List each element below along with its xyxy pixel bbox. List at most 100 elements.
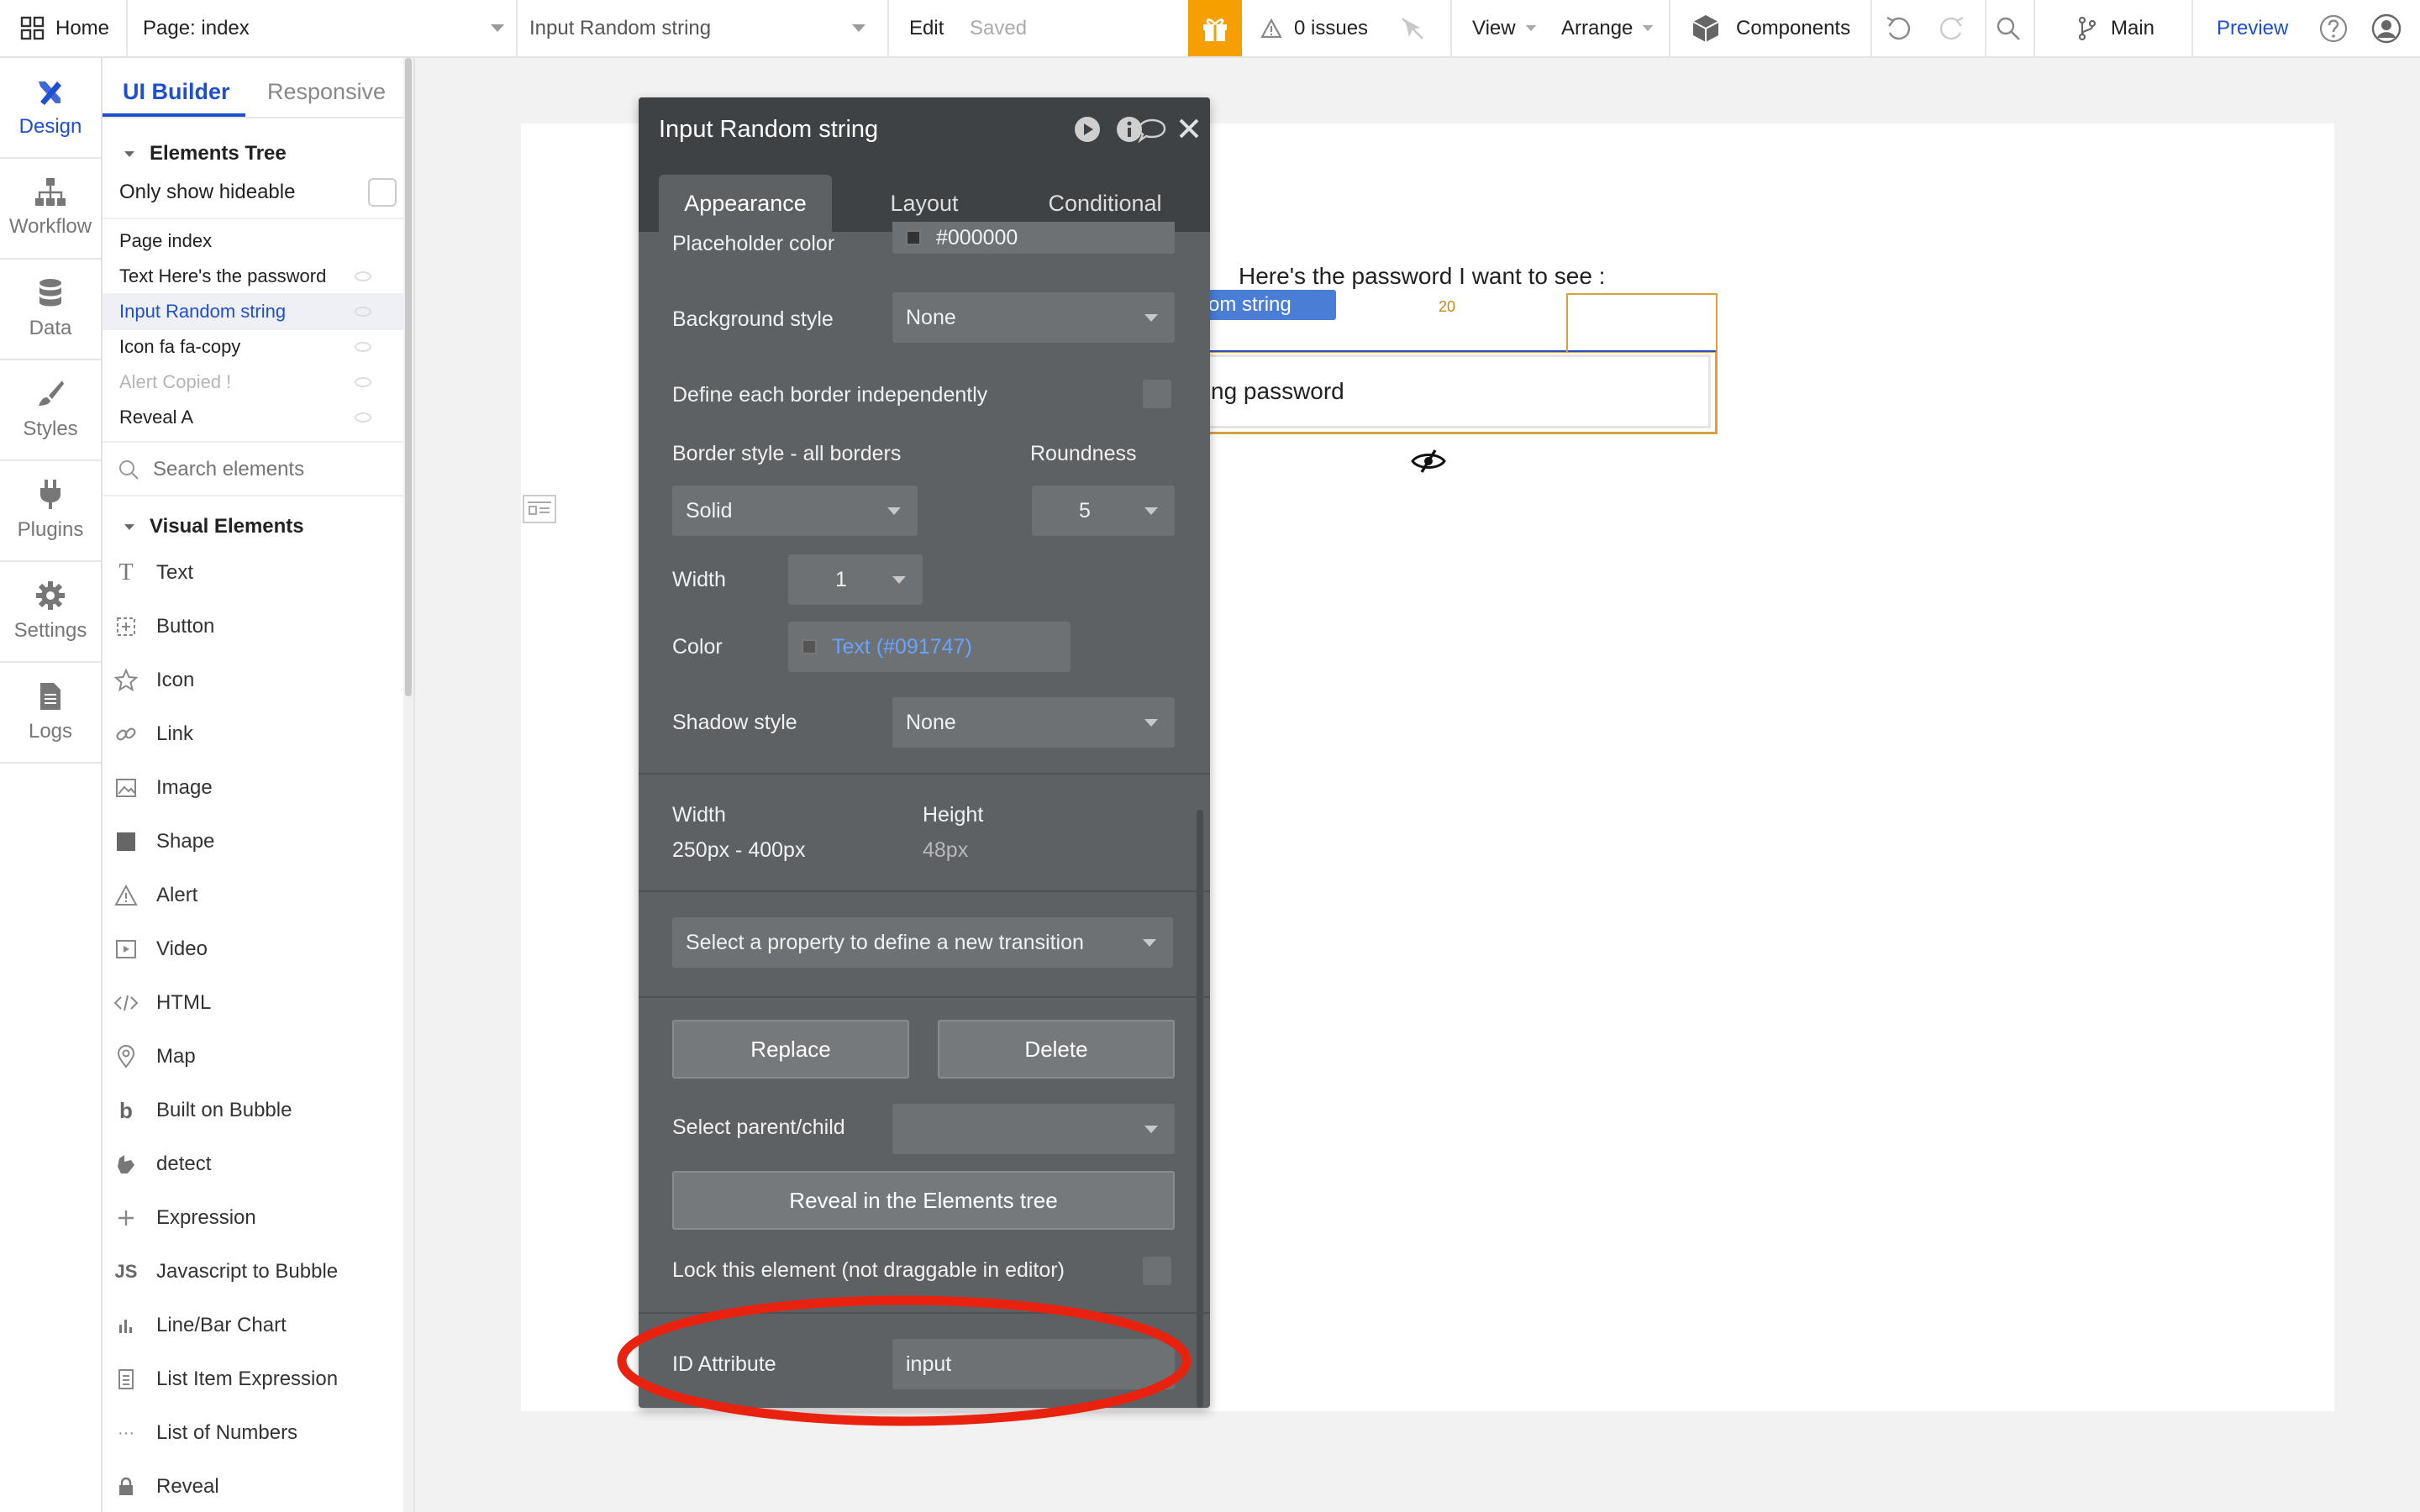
view-menu[interactable]: View <box>1472 0 1538 56</box>
rail-item-settings[interactable]: Settings <box>0 562 101 663</box>
eye-icon[interactable] <box>355 271 371 281</box>
lock-element-checkbox[interactable] <box>1143 1257 1171 1285</box>
search-elements[interactable] <box>118 446 395 493</box>
rail-item-plugins[interactable]: Plugins <box>0 461 101 562</box>
property-editor-scrollbar[interactable] <box>1197 810 1203 1408</box>
visual-item-reveal[interactable]: Reveal <box>113 1461 398 1512</box>
property-editor-header[interactable]: Input Random string <box>639 97 1210 161</box>
visual-item-detect[interactable]: detect <box>113 1138 398 1190</box>
branch-label: Main <box>2111 16 2155 39</box>
preview-button[interactable]: Preview <box>2217 0 2288 56</box>
define-border-checkbox[interactable] <box>1143 380 1171 408</box>
page-selector[interactable]: Page: index <box>143 0 513 56</box>
rail-item-design[interactable]: Design <box>0 58 101 159</box>
reveal-in-tree-button[interactable]: Reveal in the Elements tree <box>672 1171 1175 1230</box>
visual-elements-title: Visual Elements <box>150 515 304 538</box>
visual-item-icon[interactable]: Icon <box>113 654 398 706</box>
id-attribute-input[interactable]: input <box>892 1339 1175 1389</box>
visual-item-label: Video <box>156 937 208 960</box>
visual-item-button[interactable]: Button <box>113 601 398 653</box>
tab-ui-builder[interactable]: UI Builder <box>123 68 230 115</box>
tree-item-alert[interactable]: Alert Copied ! <box>119 365 388 399</box>
workflow-icon <box>35 178 66 206</box>
visual-item-list-item-expression[interactable]: List Item Expression <box>113 1353 398 1405</box>
visual-item-label: Javascript to Bubble <box>156 1260 339 1283</box>
visual-item-map[interactable]: Map <box>113 1031 398 1083</box>
input-preview[interactable]: ng password <box>1175 354 1711 428</box>
replace-button[interactable]: Replace <box>672 1020 909 1079</box>
side-panel-scrollbar[interactable] <box>403 58 413 1512</box>
lock-element-label: Lock this element (not draggable in edit… <box>672 1258 1065 1282</box>
password-heading-text[interactable]: Here's the password I want to see : <box>1239 263 1605 290</box>
parent-child-dropdown[interactable] <box>892 1104 1175 1154</box>
only-hideable-checkbox[interactable] <box>368 178 397 207</box>
tab-responsive[interactable]: Responsive <box>267 68 386 115</box>
transition-dropdown[interactable]: Select a property to define a new transi… <box>672 917 1173 968</box>
elements-tree-header[interactable]: Elements Tree <box>123 140 392 167</box>
search-input[interactable] <box>153 458 380 481</box>
arrange-menu[interactable]: Arrange <box>1561 0 1655 56</box>
visual-item-line-bar-chart[interactable]: Line/Bar Chart <box>113 1299 398 1352</box>
delete-button[interactable]: Delete <box>938 1020 1175 1079</box>
close-icon[interactable] <box>1178 118 1200 139</box>
gift-button[interactable] <box>1188 0 1242 56</box>
visual-item-text[interactable]: T Text <box>113 547 398 599</box>
visual-item-link[interactable]: Link <box>113 708 398 760</box>
popup-toggle-icon[interactable] <box>523 495 556 523</box>
rail-item-workflow[interactable]: Workflow <box>0 159 101 260</box>
tree-item-icon[interactable]: Icon fa fa-copy <box>119 330 388 364</box>
comment-icon[interactable] <box>1138 118 1166 143</box>
home-button[interactable]: Home <box>20 0 109 56</box>
redo-button[interactable] <box>1938 0 1966 56</box>
issues-indicator[interactable]: 0 issues <box>1260 0 1368 56</box>
element-selector[interactable]: Input Random string <box>529 0 874 56</box>
rail-label: Design <box>18 115 82 138</box>
eye-icon[interactable] <box>355 377 371 387</box>
border-style-dropdown[interactable]: Solid <box>672 486 918 536</box>
visual-item-html[interactable]: HTML <box>113 977 398 1029</box>
eye-icon[interactable] <box>355 412 371 423</box>
dots-icon: ··· <box>118 1423 134 1442</box>
branch-selector[interactable]: Main <box>2077 0 2154 56</box>
placeholder-color-field[interactable]: #000000 <box>892 222 1175 254</box>
tree-item-text[interactable]: Text Here's the password <box>119 260 388 293</box>
tree-item-input[interactable]: Input Random string <box>119 295 388 328</box>
visual-item-shape[interactable]: Shape <box>113 816 398 868</box>
tree-item-reveal[interactable]: Reveal A <box>119 401 388 434</box>
eye-icon[interactable] <box>355 307 371 317</box>
search-button[interactable] <box>1995 0 2022 56</box>
background-style-dropdown[interactable]: None <box>892 292 1175 343</box>
account-button[interactable] <box>2371 0 2402 56</box>
visual-item-alert[interactable]: Alert <box>113 869 398 921</box>
visual-item-built-on-bubble[interactable]: b Built on Bubble <box>113 1084 398 1137</box>
tab-appearance[interactable]: Appearance <box>659 175 832 232</box>
roundness-dropdown[interactable]: 5 <box>1032 486 1175 536</box>
scrollbar-thumb[interactable] <box>405 58 412 696</box>
visual-item-label: Reveal <box>156 1475 219 1498</box>
eye-icon[interactable] <box>355 342 371 352</box>
visual-item-expression[interactable]: Expression <box>113 1192 398 1244</box>
help-button[interactable] <box>2319 0 2348 56</box>
undo-button[interactable] <box>1884 0 1912 56</box>
rail-item-logs[interactable]: Logs <box>0 663 101 764</box>
visual-item-label: Button <box>156 615 215 638</box>
components-button[interactable]: Components <box>1691 0 1850 56</box>
edit-menu[interactable]: Edit <box>909 0 944 56</box>
background-style-value: None <box>906 305 956 329</box>
eye-slash-icon[interactable] <box>1410 448 1447 475</box>
visual-item-video[interactable]: Video <box>113 923 398 975</box>
visual-elements-header[interactable]: Visual Elements <box>123 503 392 550</box>
rail-item-data[interactable]: Data <box>0 260 101 360</box>
tree-item-page[interactable]: Page index <box>119 224 388 258</box>
visual-item-javascript-to-bubble[interactable]: JS Javascript to Bubble <box>113 1246 398 1298</box>
brush-icon <box>39 381 64 406</box>
border-color-field[interactable]: Text (#091747) <box>788 622 1071 672</box>
rail-item-styles[interactable]: Styles <box>0 360 101 461</box>
play-icon[interactable] <box>1074 116 1101 143</box>
shadow-style-dropdown[interactable]: None <box>892 697 1175 748</box>
border-width-dropdown[interactable]: 1 <box>788 554 923 605</box>
visual-item-image[interactable]: Image <box>113 762 398 814</box>
parent-child-label: Select parent/child <box>672 1116 845 1139</box>
visual-item-list-of-numbers[interactable]: ··· List of Numbers <box>113 1407 398 1459</box>
cursor-tool-button[interactable] <box>1400 0 1425 56</box>
